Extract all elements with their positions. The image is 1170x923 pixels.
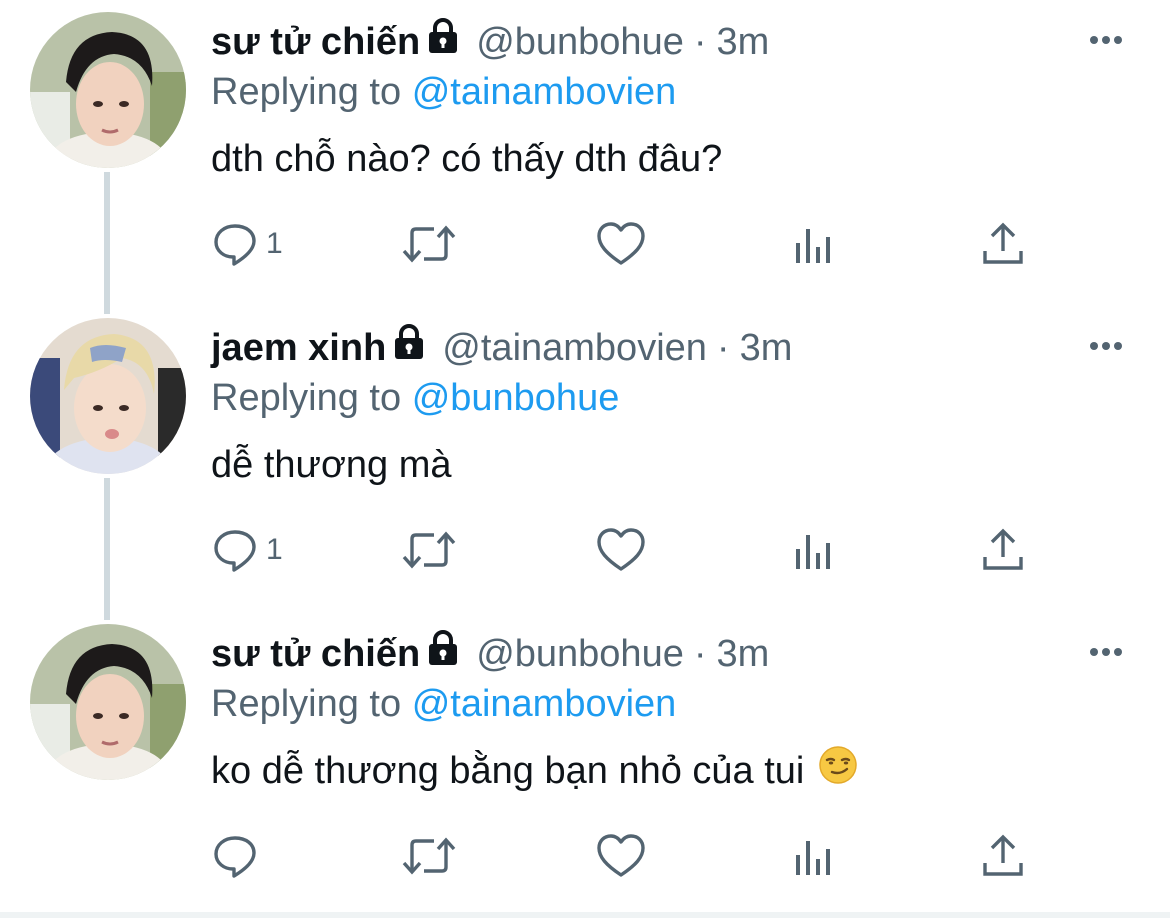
reply-count: 1 (266, 533, 283, 566)
like-button[interactable] (596, 526, 646, 574)
reply-icon (214, 836, 256, 878)
lock-icon (426, 17, 460, 67)
replying-to: Replying to @tainambovien (211, 680, 676, 728)
heart-icon (597, 222, 645, 265)
action-bar: 1 (0, 502, 1170, 598)
views-button[interactable] (790, 832, 836, 880)
more-options-icon[interactable] (1086, 640, 1126, 664)
user-handle[interactable]: @bunbohue (476, 630, 684, 678)
views-button[interactable] (790, 526, 836, 574)
reply-icon (214, 530, 256, 572)
reply-count: 1 (266, 227, 283, 260)
display-name[interactable]: sư tử chiến (211, 18, 420, 66)
timestamp[interactable]: 3m (740, 324, 793, 372)
tweet[interactable]: jaem xinh @tainambovien · 3m Replying to… (0, 306, 1170, 612)
analytics-icon (796, 841, 830, 875)
avatar[interactable] (30, 12, 186, 168)
user-handle[interactable]: @tainambovien (442, 324, 707, 372)
retweet-button[interactable] (400, 526, 458, 574)
retweet-button[interactable] (400, 220, 458, 268)
heart-icon (597, 528, 645, 571)
share-icon (983, 222, 1023, 264)
lock-icon (392, 323, 426, 373)
display-name[interactable]: jaem xinh (211, 324, 386, 372)
retweet-icon (402, 531, 456, 569)
replying-to: Replying to @bunbohue (211, 374, 619, 422)
mention-link[interactable]: @bunbohue (412, 377, 620, 419)
avatar[interactable] (30, 318, 186, 474)
replying-prefix: Replying to (211, 683, 402, 725)
separator-dot: · (693, 21, 707, 63)
divider (0, 912, 1170, 918)
mention-link[interactable]: @tainambovien (412, 71, 677, 113)
tweet-text: dễ thương mà (211, 440, 452, 490)
retweet-icon (402, 225, 456, 263)
lock-icon (426, 629, 460, 679)
share-button[interactable] (980, 832, 1026, 880)
replying-prefix: Replying to (211, 71, 402, 113)
tweet-text: ko dễ thương bằng bạn nhỏ của tui (211, 745, 858, 798)
like-button[interactable] (596, 220, 646, 268)
share-icon (983, 834, 1023, 876)
share-button[interactable] (980, 526, 1026, 574)
retweet-icon (402, 837, 456, 875)
share-button[interactable] (980, 220, 1026, 268)
more-options-icon[interactable] (1086, 334, 1126, 358)
display-name[interactable]: sư tử chiến (211, 630, 420, 678)
reply-button[interactable] (212, 832, 266, 880)
share-icon (983, 528, 1023, 570)
tweet[interactable]: sư tử chiến @bunbohue · 3m Replying to @… (0, 0, 1170, 306)
tweet-text-content: dth chỗ nào? có thấy dth đâu? (211, 138, 723, 180)
replying-to: Replying to @tainambovien (211, 68, 676, 116)
separator-dot: · (716, 327, 730, 369)
avatar[interactable] (30, 624, 186, 780)
replying-prefix: Replying to (211, 377, 402, 419)
tweet[interactable]: sư tử chiến @bunbohue · 3m Replying to @… (0, 612, 1170, 918)
user-handle[interactable]: @bunbohue (476, 18, 684, 66)
analytics-icon (796, 229, 830, 263)
retweet-button[interactable] (400, 832, 458, 880)
mention-link[interactable]: @tainambovien (412, 683, 677, 725)
views-button[interactable] (790, 220, 836, 268)
more-options-icon[interactable] (1086, 28, 1126, 52)
action-bar (0, 808, 1170, 904)
tweet-text-content: dễ thương mà (211, 444, 452, 486)
analytics-icon (796, 535, 830, 569)
reply-button[interactable]: 1 (212, 526, 283, 574)
heart-icon (597, 834, 645, 877)
reply-button[interactable]: 1 (212, 220, 283, 268)
separator-dot: · (693, 633, 707, 675)
action-bar: 1 (0, 196, 1170, 292)
like-button[interactable] (596, 832, 646, 880)
tweet-text-content: ko dễ thương bằng bạn nhỏ của tui (211, 750, 805, 792)
tweet-text: dth chỗ nào? có thấy dth đâu? (211, 134, 722, 184)
timestamp[interactable]: 3m (717, 18, 770, 66)
reply-icon (214, 224, 256, 266)
timestamp[interactable]: 3m (717, 630, 770, 678)
smirking-face-emoji (818, 745, 858, 798)
